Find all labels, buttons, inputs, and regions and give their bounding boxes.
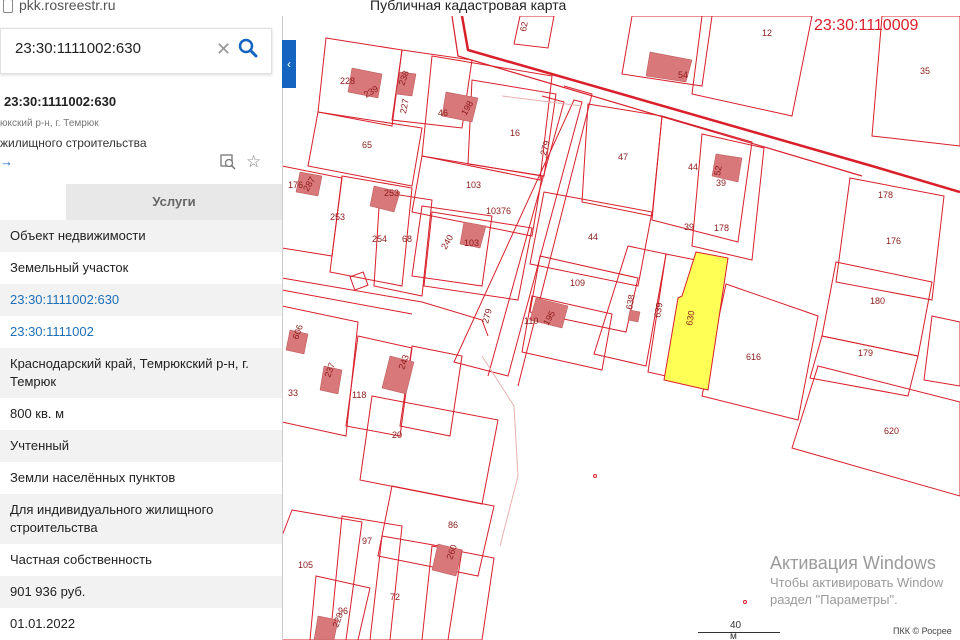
selected-parcel[interactable] bbox=[663, 251, 729, 391]
parcel-label: 44 bbox=[588, 232, 598, 242]
details-arrow-icon[interactable]: → bbox=[0, 154, 13, 169]
property-value: Краснодарский край, Темрюкский р-н, г. Т… bbox=[0, 348, 282, 398]
object-purpose: жилищного строительства bbox=[0, 136, 147, 150]
watermark-title: Активация Windows bbox=[770, 553, 936, 573]
parcel-label: 97 bbox=[362, 536, 372, 546]
browser-topbar: pkk.rosreestr.ru Публичная кадастровая к… bbox=[0, 0, 960, 16]
property-value: Земельный участок bbox=[10, 260, 129, 275]
property-link[interactable]: 23:30:1111002:630 bbox=[0, 284, 282, 316]
page-title: Публичная кадастровая карта bbox=[370, 0, 567, 13]
parcel-label: 620 bbox=[884, 426, 899, 436]
search-icon[interactable] bbox=[237, 37, 259, 59]
panel-tabs: Услуги bbox=[0, 184, 282, 222]
tab-information[interactable] bbox=[0, 184, 66, 222]
parcel-label: 33 bbox=[288, 388, 298, 398]
parcel-label: 180 bbox=[870, 296, 885, 306]
parcel-label: 279 bbox=[480, 307, 494, 324]
parcel-label: 254 bbox=[372, 234, 387, 244]
tab-services-label: Услуги bbox=[152, 194, 196, 209]
parcel-label: 72 bbox=[390, 592, 400, 602]
parcel-label: 35 bbox=[920, 66, 930, 76]
parcel-label: 639 bbox=[652, 302, 664, 319]
object-number: 23:30:1111002:630 bbox=[4, 94, 117, 109]
url-text: pkk.rosreestr.ru bbox=[19, 0, 116, 13]
zoom-to-object-icon[interactable] bbox=[220, 154, 236, 170]
parcel-label: 253 bbox=[384, 188, 399, 198]
windows-activation-watermark: Активация Windows Чтобы активировать Win… bbox=[770, 552, 943, 608]
parcel-label: 638 bbox=[624, 294, 636, 311]
parcel-label: 47 bbox=[618, 152, 628, 162]
parcel-label: 39 bbox=[684, 222, 694, 232]
property-value: 901 936 руб. bbox=[0, 576, 282, 608]
address-bar[interactable]: pkk.rosreestr.ru bbox=[0, 0, 116, 14]
lock-icon bbox=[3, 0, 13, 14]
parcel-label: 253 bbox=[330, 212, 345, 222]
parcel-label: 118 bbox=[352, 390, 366, 400]
property-link[interactable]: 23:30:1111002 bbox=[0, 316, 282, 348]
search-input[interactable] bbox=[13, 39, 207, 58]
watermark-line2: раздел "Параметры". bbox=[770, 592, 898, 607]
parcel-label: 227 bbox=[398, 98, 410, 115]
cadastral-map[interactable]: 12 35 62 54 228 239 238 227 46 198 16 65 279 47 44 39 52… bbox=[282, 16, 960, 640]
property-value: 800 кв. м bbox=[10, 406, 65, 421]
property-value: Для индивидуального жилищного строительс… bbox=[0, 494, 282, 544]
property-value: Земли населённых пунктов bbox=[10, 470, 176, 485]
map-canvas[interactable]: 12356254228239238227 46 1981665 27947443952… bbox=[282, 16, 960, 640]
star-icon[interactable]: ☆ bbox=[246, 152, 261, 172]
parcel-label: 86 bbox=[448, 520, 458, 530]
parcel-label: 240 bbox=[439, 233, 455, 251]
parcel-label: 110 bbox=[524, 316, 538, 326]
quarter-label: 23:30:1110009 bbox=[814, 17, 919, 34]
parcel-label: 178 bbox=[878, 190, 893, 200]
object-address: юкский р-н, г. Темрюк bbox=[0, 118, 99, 129]
object-header: 23:30:1111002:630 юкский р-н, г. Темрюк … bbox=[0, 92, 282, 182]
property-value: Учтенный bbox=[0, 430, 282, 462]
parcel-label: 228 bbox=[340, 76, 355, 86]
parcel-label: 65 bbox=[362, 140, 372, 150]
info-panel: ✕ 23:30:1111002:630 юкский р-н, г. Темрю… bbox=[0, 16, 283, 640]
property-value: 01.01.2022 bbox=[10, 616, 76, 631]
parcel-label: 46 bbox=[438, 108, 448, 118]
property-list: Объект недвижимости Земельный участок 23:3… bbox=[0, 220, 282, 640]
parcel-label: 103 bbox=[464, 238, 479, 248]
watermark-line1: Чтобы активировать Window bbox=[770, 575, 944, 590]
parcel-label: 20 bbox=[392, 430, 402, 440]
parcel-label: 54 bbox=[678, 70, 688, 80]
parcel-label: 105 bbox=[298, 560, 313, 570]
parcel-label: 179 bbox=[858, 348, 873, 358]
parcel-label: 10376 bbox=[486, 206, 511, 216]
collapse-panel-button[interactable]: ‹ bbox=[282, 40, 296, 88]
parcel-label: 176 bbox=[886, 236, 901, 246]
parcel-label: 62 bbox=[518, 21, 530, 33]
search-bar: ✕ bbox=[0, 16, 282, 90]
parcel-label: 16 bbox=[510, 128, 520, 138]
parcel-label: 12 bbox=[762, 28, 772, 38]
parcel-label: 616 bbox=[746, 352, 761, 362]
close-icon[interactable]: ✕ bbox=[216, 39, 231, 60]
parcel-label: 178 bbox=[714, 223, 729, 233]
parcel-label: 39 bbox=[716, 178, 726, 188]
scale-label: 40 м bbox=[730, 620, 742, 640]
parcel-label: 103 bbox=[466, 180, 481, 190]
parcel-label: 52 bbox=[712, 165, 724, 177]
tab-services[interactable]: Услуги bbox=[66, 184, 282, 220]
parcel-label: 68 bbox=[402, 234, 412, 244]
property-value: Объект недвижимости bbox=[0, 220, 282, 252]
parcel-label: 44 bbox=[688, 162, 698, 172]
copyright: ПКК © Росрее bbox=[893, 626, 952, 636]
search-box: ✕ bbox=[0, 28, 272, 74]
parcel-label: 109 bbox=[570, 278, 585, 288]
property-value: Частная собственность bbox=[10, 552, 152, 567]
